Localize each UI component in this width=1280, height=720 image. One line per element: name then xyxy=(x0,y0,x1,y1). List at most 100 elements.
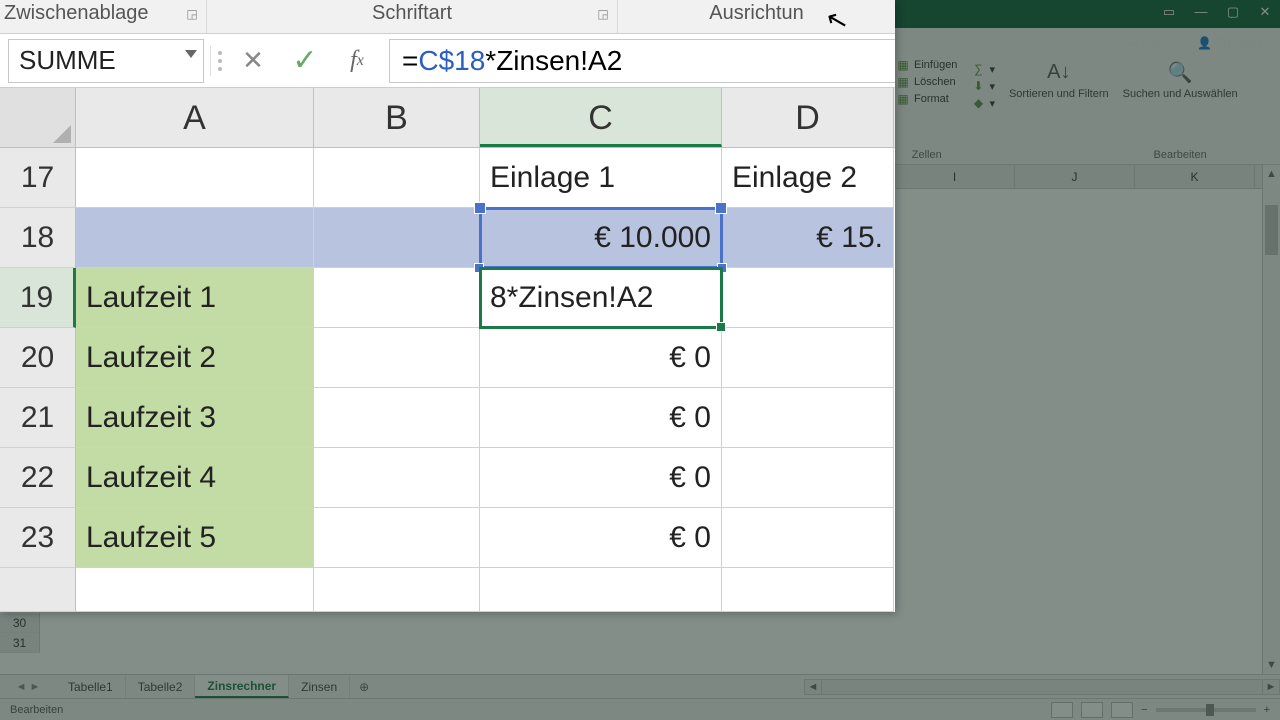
view-normal-button[interactable] xyxy=(1051,702,1073,718)
column-header-c[interactable]: C xyxy=(480,88,722,147)
cell-c19-editing[interactable]: 8*Zinsen!A2 xyxy=(480,268,722,328)
zoom-in-button[interactable]: + xyxy=(1264,704,1270,716)
cell[interactable] xyxy=(722,448,894,508)
sort-icon: A↓ xyxy=(1043,58,1075,86)
table-row xyxy=(0,568,895,612)
status-bar: Bearbeiten − + xyxy=(0,698,1280,720)
vertical-scrollbar[interactable]: ▲ ▼ xyxy=(1262,165,1280,674)
format-cells-button[interactable]: ▦Format xyxy=(896,92,957,106)
cell[interactable]: Einlage 1 xyxy=(480,148,722,208)
row-header[interactable]: 31 xyxy=(0,633,40,653)
cell[interactable] xyxy=(722,268,894,328)
cell[interactable]: € 0 xyxy=(480,328,722,388)
enter-button[interactable]: ✓ xyxy=(279,39,331,83)
scroll-down-icon[interactable]: ▼ xyxy=(1263,656,1280,674)
formula-input[interactable]: =C$18*Zinsen!A2 xyxy=(389,39,895,83)
formula-text: =C$18*Zinsen!A2 xyxy=(402,45,622,77)
cell[interactable]: € 0 xyxy=(480,388,722,448)
cell[interactable]: € 0 xyxy=(480,448,722,508)
cell[interactable]: Laufzeit 3 xyxy=(76,388,314,448)
scroll-left-icon[interactable]: ◄ xyxy=(804,679,822,695)
tab-nav[interactable]: ◄ ► xyxy=(0,675,56,698)
sheet-tab-tabelle1[interactable]: Tabelle1 xyxy=(56,675,126,698)
delete-cells-button[interactable]: ▦Löschen xyxy=(896,75,957,89)
zoom-slider[interactable] xyxy=(1156,708,1256,712)
scroll-thumb[interactable] xyxy=(1265,205,1278,255)
cell[interactable]: Laufzeit 5 xyxy=(76,508,314,568)
insert-icon: ▦ xyxy=(896,58,910,72)
select-all-corner[interactable] xyxy=(0,88,76,147)
row-header[interactable]: 21 xyxy=(0,388,76,448)
fill-icon: ⬇ xyxy=(971,79,985,93)
cell[interactable] xyxy=(314,508,480,568)
cell[interactable] xyxy=(722,568,894,612)
insert-cells-button[interactable]: ▦Einfügen xyxy=(896,58,957,72)
scroll-right-icon[interactable]: ► xyxy=(1262,679,1280,695)
cell[interactable]: € 15. xyxy=(722,208,894,268)
cancel-button[interactable]: ✕ xyxy=(227,39,279,83)
zoom-out-button[interactable]: − xyxy=(1141,704,1147,716)
cell[interactable] xyxy=(722,328,894,388)
cell[interactable] xyxy=(314,268,480,328)
row-header[interactable]: 20 xyxy=(0,328,76,388)
chevron-down-icon[interactable] xyxy=(185,50,197,58)
dialog-launcher-icon[interactable]: ◲ xyxy=(595,6,611,22)
cell[interactable]: Laufzeit 4 xyxy=(76,448,314,508)
row-header[interactable] xyxy=(0,568,76,612)
cell-c18-referenced[interactable]: € 10.000 xyxy=(480,208,722,268)
sigma-icon: ∑ xyxy=(971,62,985,76)
cell[interactable] xyxy=(76,208,314,268)
column-header-a[interactable]: A xyxy=(76,88,314,147)
clear-button[interactable]: ◆▾ xyxy=(971,96,995,110)
table-row: 18 € 10.000 € 15. xyxy=(0,208,895,268)
search-icon: 🔍 xyxy=(1164,58,1196,86)
sheet-tab-zinsen[interactable]: Zinsen xyxy=(289,675,350,698)
cell[interactable]: Laufzeit 2 xyxy=(76,328,314,388)
formula-bar: SUMME ✕ ✓ fx =C$18*Zinsen!A2 xyxy=(0,34,895,88)
cell[interactable] xyxy=(722,388,894,448)
insert-function-button[interactable]: fx xyxy=(331,39,383,83)
find-select-button[interactable]: 🔍 Suchen und Auswählen Bearbeiten xyxy=(1117,0,1244,165)
cell[interactable] xyxy=(314,148,480,208)
view-pagebreak-button[interactable] xyxy=(1111,702,1133,718)
cell[interactable] xyxy=(314,328,480,388)
column-header-b[interactable]: B xyxy=(314,88,480,147)
cell[interactable] xyxy=(314,448,480,508)
fill-button[interactable]: ⬇▾ xyxy=(971,79,995,93)
horizontal-scrollbar[interactable]: ◄ ► xyxy=(804,675,1280,698)
fill-handle[interactable] xyxy=(716,322,726,332)
cell[interactable] xyxy=(314,568,480,612)
row-header[interactable]: 17 xyxy=(0,148,76,208)
row-header[interactable]: 30 xyxy=(0,613,40,633)
cell[interactable] xyxy=(314,208,480,268)
cell[interactable] xyxy=(314,388,480,448)
table-row: 22 Laufzeit 4 € 0 xyxy=(0,448,895,508)
row-header[interactable]: 22 xyxy=(0,448,76,508)
row-header[interactable]: 19 xyxy=(0,268,76,328)
cell[interactable]: Laufzeit 1 xyxy=(76,268,314,328)
dialog-launcher-icon[interactable]: ◲ xyxy=(184,6,200,22)
scroll-track[interactable] xyxy=(822,679,1262,695)
column-header-d[interactable]: D xyxy=(722,88,894,147)
column-header[interactable]: I xyxy=(895,165,1015,188)
column-header[interactable]: J xyxy=(1015,165,1135,188)
name-box[interactable]: SUMME xyxy=(8,39,204,83)
cell[interactable]: € 0 xyxy=(480,508,722,568)
cell[interactable]: Einlage 2 xyxy=(722,148,894,208)
worksheet-grid[interactable]: A B C D 17 Einlage 1 Einlage 2 18 € 10.0… xyxy=(0,88,895,612)
view-pagelayout-button[interactable] xyxy=(1081,702,1103,718)
autosum-button[interactable]: ∑▾ xyxy=(971,62,995,76)
cell[interactable] xyxy=(722,508,894,568)
column-header[interactable]: K xyxy=(1135,165,1255,188)
cell[interactable] xyxy=(480,568,722,612)
ribbon-group-clipboard: Zwischenablage ◲ xyxy=(0,0,206,33)
cell[interactable] xyxy=(76,568,314,612)
add-sheet-button[interactable]: ⊕ xyxy=(350,675,378,698)
row-header[interactable]: 18 xyxy=(0,208,76,268)
sheet-tab-zinsrechner[interactable]: Zinsrechner xyxy=(195,675,289,698)
cell[interactable] xyxy=(76,148,314,208)
scroll-up-icon[interactable]: ▲ xyxy=(1263,165,1280,183)
row-header[interactable]: 23 xyxy=(0,508,76,568)
sheet-tab-tabelle2[interactable]: Tabelle2 xyxy=(126,675,196,698)
sort-filter-button[interactable]: A↓ Sortieren und Filtern xyxy=(1003,0,1115,165)
